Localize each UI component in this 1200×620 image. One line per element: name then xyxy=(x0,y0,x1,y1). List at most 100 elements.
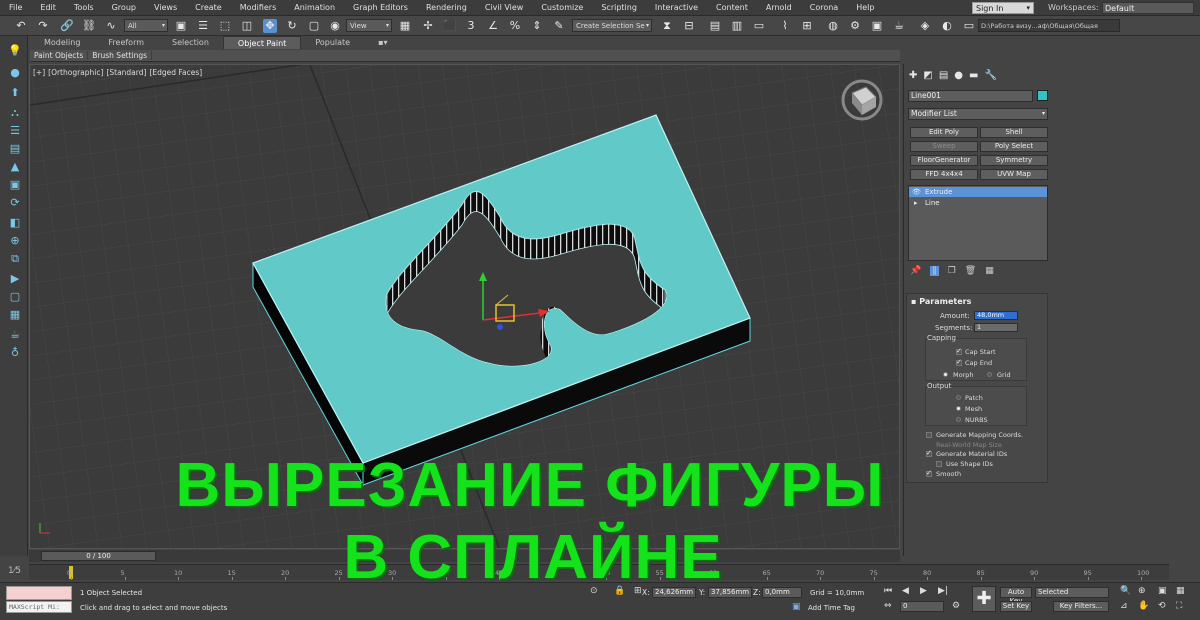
viewport-edged-faces[interactable]: [Edged Faces] xyxy=(149,68,202,77)
menu-views[interactable]: Views xyxy=(145,3,186,12)
menu-rendering[interactable]: Rendering xyxy=(417,3,476,12)
rotate-icon[interactable]: ⟳ xyxy=(8,196,22,210)
object-name-field[interactable]: Line001 xyxy=(908,90,1033,102)
render-setup-icon[interactable]: ⚙ xyxy=(848,19,862,33)
menu-animation[interactable]: Animation xyxy=(285,3,344,12)
patch-radio[interactable] xyxy=(956,395,961,400)
frame-icon[interactable]: ▢ xyxy=(8,290,22,304)
list-icon[interactable]: ☰ xyxy=(8,124,22,138)
stack-item-line[interactable]: ▸ Line xyxy=(909,198,1047,208)
menu-file[interactable]: File xyxy=(0,3,31,12)
snaps-toggle-icon[interactable]: 3 xyxy=(464,19,478,33)
project-folder-icon[interactable]: ▭ xyxy=(962,19,976,33)
select-and-scale-icon[interactable]: ▢ xyxy=(307,19,321,33)
material-editor-icon[interactable]: ◍ xyxy=(826,19,840,33)
set-key-button[interactable]: Set Key xyxy=(1000,601,1032,612)
select-object-icon[interactable]: ▣ xyxy=(174,19,188,33)
menu-create[interactable]: Create xyxy=(186,3,231,12)
cross-section-icon[interactable]: ⊕ xyxy=(8,234,22,248)
create-sphere-icon[interactable]: ● xyxy=(8,66,22,80)
rectangular-selection-icon[interactable]: ⬚ xyxy=(218,19,232,33)
redo-icon[interactable]: ↷ xyxy=(36,19,50,33)
menu-help[interactable]: Help xyxy=(847,3,883,12)
link-icon[interactable]: 🔗 xyxy=(60,19,74,33)
cap-end-checkbox[interactable] xyxy=(956,358,962,366)
ribbon-tab-freeform[interactable]: Freeform xyxy=(94,36,158,49)
rendered-frame-window-icon[interactable]: ▣ xyxy=(870,19,884,33)
menu-graph-editors[interactable]: Graph Editors xyxy=(344,3,417,12)
modifier-button-edit-poly[interactable]: Edit Poly xyxy=(910,127,978,138)
generate-mapping-checkbox[interactable] xyxy=(926,432,932,438)
maximize-viewport-icon[interactable]: ⛶ xyxy=(1176,601,1182,611)
key-filters-button[interactable]: Key Filters... xyxy=(1053,601,1109,612)
zoom-extents-all-icon[interactable]: ▦ xyxy=(1176,586,1185,596)
named-selection-dropdown[interactable]: Create Selection Se ▾ xyxy=(572,19,652,32)
mesh-radio[interactable] xyxy=(956,406,961,411)
show-end-result-icon[interactable]: ‖ xyxy=(930,266,939,276)
time-configuration-icon[interactable]: ⚙ xyxy=(952,601,960,611)
modifier-button-ffd[interactable]: FFD 4x4x4 xyxy=(910,169,978,180)
parameters-header[interactable]: ▪ Parameters xyxy=(911,297,971,306)
edit-named-selection-icon[interactable]: ✎ xyxy=(552,19,566,33)
hide-icon[interactable]: ◧ xyxy=(8,216,22,230)
field-of-view-icon[interactable]: ⊿ xyxy=(1120,601,1128,611)
amount-spinner[interactable]: 48,0mm xyxy=(974,311,1018,320)
arnold-icon[interactable]: ◈ xyxy=(918,19,932,33)
modifier-button-uvw-map[interactable]: UVW Map xyxy=(980,169,1048,180)
select-and-place-icon[interactable]: ◉ xyxy=(328,19,342,33)
stack-item-extrude[interactable]: 👁 Extrude xyxy=(909,187,1047,197)
menu-corona[interactable]: Corona xyxy=(801,3,847,12)
orbit-icon[interactable]: ⟲ xyxy=(1158,601,1166,611)
pan-icon[interactable]: ✋ xyxy=(1138,601,1149,611)
bake-icon[interactable]: ▦ xyxy=(8,308,22,322)
corona-icon[interactable]: ◐ xyxy=(940,19,954,33)
brush-settings-item[interactable]: Brush Settings xyxy=(88,51,153,60)
menu-group[interactable]: Group xyxy=(103,3,145,12)
unlink-icon[interactable]: ⛓ xyxy=(82,19,96,33)
ribbon-tab-populate[interactable]: Populate xyxy=(301,36,364,49)
paint-objects-item[interactable]: Paint Objects xyxy=(30,51,89,60)
menu-tools[interactable]: Tools xyxy=(65,3,103,12)
modifier-button-shell[interactable]: Shell xyxy=(980,127,1048,138)
mirror-icon[interactable]: ⧗ xyxy=(660,19,674,33)
cap-start-checkbox[interactable] xyxy=(956,347,962,355)
keyboard-shortcut-icon[interactable]: ⬛ xyxy=(443,19,457,33)
spinner-snap-icon[interactable]: ⇕ xyxy=(530,19,544,33)
ribbon-tab-selection[interactable]: Selection xyxy=(158,36,223,49)
eye-icon[interactable]: 👁 xyxy=(912,187,921,197)
lightbulb-small-icon[interactable]: ♁ xyxy=(8,346,22,360)
viewport-shading-mode[interactable]: [Standard] xyxy=(106,68,146,77)
time-tag-icon[interactable]: ▣ xyxy=(792,602,801,612)
modify-tab-icon[interactable]: ◩ xyxy=(923,70,932,81)
scene-explorer-icon[interactable]: ▤ xyxy=(708,19,722,33)
make-unique-icon[interactable]: ❐ xyxy=(948,266,956,276)
motion-tab-icon[interactable]: ● xyxy=(954,70,963,81)
menu-edit[interactable]: Edit xyxy=(31,3,65,12)
add-time-tag[interactable]: Add Time Tag xyxy=(808,604,855,612)
pivot-center-icon[interactable]: ▦ xyxy=(398,19,412,33)
angle-snap-icon[interactable]: ∠ xyxy=(486,19,500,33)
menu-modifiers[interactable]: Modifiers xyxy=(231,3,286,12)
modifier-button-symmetry[interactable]: Symmetry xyxy=(980,155,1048,166)
reference-coordinate-dropdown[interactable]: View ▾ xyxy=(346,19,392,32)
display-tab-icon[interactable]: ▬ xyxy=(969,70,978,81)
select-manipulate-icon[interactable]: ✢ xyxy=(421,19,435,33)
ribbon-options-icon[interactable]: ▪▾ xyxy=(364,36,401,49)
menu-interactive[interactable]: Interactive xyxy=(646,3,707,12)
zoom-all-icon[interactable]: ⊕ xyxy=(1138,586,1146,596)
stack-icon[interactable]: ▤ xyxy=(8,142,22,156)
create-tab-icon[interactable]: ✚ xyxy=(909,70,917,81)
cone-icon[interactable]: ▲ xyxy=(8,160,22,174)
percent-snap-icon[interactable]: % xyxy=(508,19,522,33)
project-path-field[interactable]: D:\Работа визу...аф\Общая\Общая xyxy=(978,19,1120,32)
maxscript-mini-listener[interactable]: MAXScript Mi: xyxy=(6,601,72,613)
menu-civil-view[interactable]: Civil View xyxy=(476,3,533,12)
shapes-icon[interactable]: ▣ xyxy=(8,178,22,192)
select-by-name-icon[interactable]: ☰ xyxy=(196,19,210,33)
undo-icon[interactable]: ↶ xyxy=(14,19,28,33)
layers-icon[interactable]: ⧉ xyxy=(8,252,22,266)
light-bulb-icon[interactable]: 💡 xyxy=(8,44,22,58)
viewport-menu-plus[interactable]: [+] xyxy=(33,68,45,77)
select-and-rotate-icon[interactable]: ↻ xyxy=(285,19,299,33)
viewport-label[interactable]: [+] [Orthographic] [Standard] [Edged Faces] xyxy=(33,68,205,77)
